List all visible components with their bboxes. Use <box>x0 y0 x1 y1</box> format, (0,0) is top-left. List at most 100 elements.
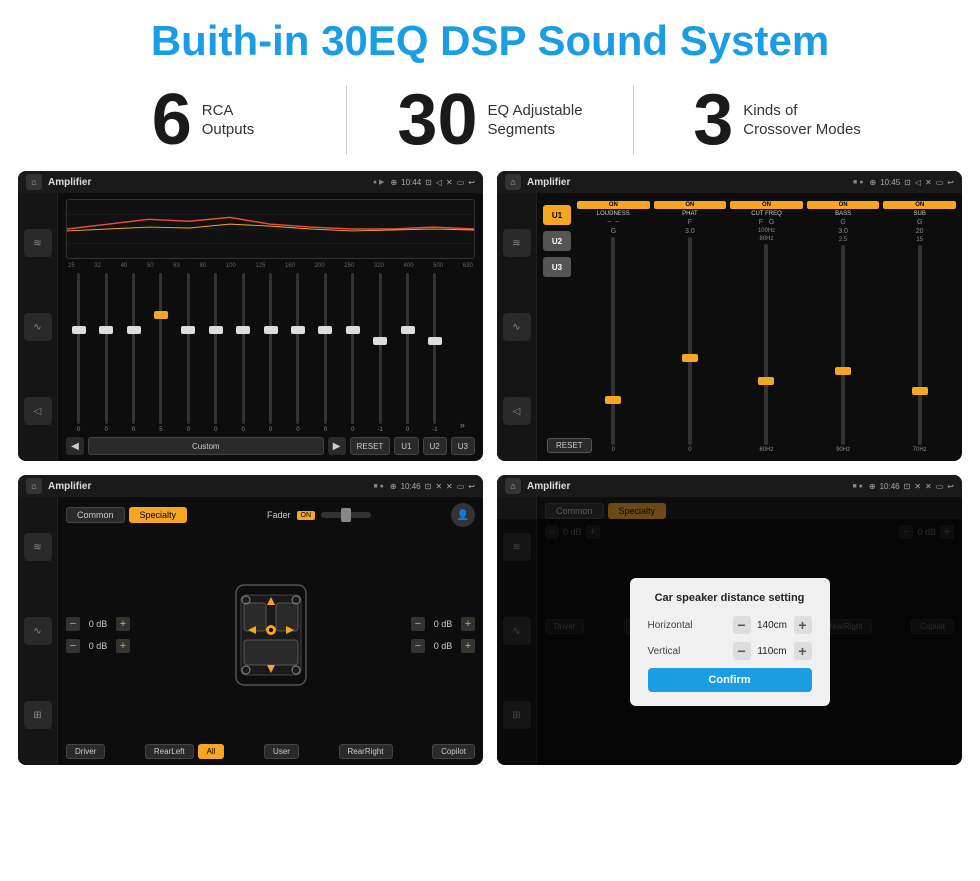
amp-loudness-col: ON LOUDNESS ~~ G 0 <box>577 201 650 453</box>
amp-content: ≋ ∿ ◁ U1 U2 U3 ON <box>497 193 962 461</box>
eq-slider-9[interactable]: 0 <box>285 273 310 433</box>
screen-title-tl: Amplifier <box>48 177 367 188</box>
eq-slider-8[interactable]: 0 <box>258 273 283 433</box>
amp-vol-btn[interactable]: ◁ <box>503 397 531 425</box>
eq-slider-1[interactable]: 0 <box>66 273 91 433</box>
eq-filters-btn[interactable]: ≋ <box>24 229 52 257</box>
vol-front-left-minus[interactable]: − <box>66 617 80 631</box>
status-bar-br: ⌂ Amplifier ■ ● ⊕ 10:46 ⊡ ✕ ✕ ▭ ↩ <box>497 475 962 497</box>
eq-slider-5[interactable]: 0 <box>176 273 201 433</box>
spk-rearright-btn[interactable]: RearRight <box>339 744 393 759</box>
vol-rear-right-plus[interactable]: + <box>461 639 475 653</box>
stat-rca-label: RCA Outputs <box>202 101 255 140</box>
eq-slider-7[interactable]: 0 <box>230 273 255 433</box>
vol-front-right-minus[interactable]: − <box>411 617 425 631</box>
amp-u2-btn[interactable]: U2 <box>543 231 571 251</box>
amp-sub-on[interactable]: ON <box>883 201 956 209</box>
screen-eq: ⌂ Amplifier ● ▶ ⊕ 10:44 ⊡ ◁ ✕ ▭ ↩ ≋ <box>18 171 483 461</box>
status-icons-bl: ⊕ 10:46 ⊡ ✕ ✕ ▭ ↩ <box>390 482 475 491</box>
eq-prev-btn[interactable]: ◀ <box>66 437 84 455</box>
back-icon-br[interactable]: ↩ <box>947 482 954 491</box>
amp-bass-slider[interactable] <box>841 245 845 445</box>
eq-slider-13[interactable]: 0 <box>395 273 420 433</box>
eq-slider-14[interactable]: -1 <box>422 273 447 433</box>
amp-cutfreq-on[interactable]: ON <box>730 201 803 209</box>
back-icon-bl[interactable]: ↩ <box>468 482 475 491</box>
eq-custom-btn[interactable]: Custom <box>88 437 324 455</box>
fader-on-badge[interactable]: ON <box>297 511 316 520</box>
eq-vol-btn[interactable]: ◁ <box>24 397 52 425</box>
spk-driver-btn[interactable]: Driver <box>66 744 105 759</box>
home-icon-tr[interactable]: ⌂ <box>505 174 521 190</box>
fader-slider[interactable] <box>321 512 371 518</box>
amp-controls-grid: ON LOUDNESS ~~ G 0 ON PHAT <box>577 201 956 453</box>
dialog-horizontal-plus[interactable]: + <box>794 616 812 634</box>
dot-icons-tl: ● ▶ <box>373 178 385 186</box>
eq-u1-btn[interactable]: U1 <box>394 437 418 455</box>
vol-rear-right-minus[interactable]: − <box>411 639 425 653</box>
amp-loudness-slider[interactable] <box>611 237 615 445</box>
amp-filters-btn[interactable]: ≋ <box>503 229 531 257</box>
amp-wave-btn[interactable]: ∿ <box>503 313 531 341</box>
amp-reset-btn[interactable]: RESET <box>547 434 592 453</box>
spk-header: Common Specialty Fader ON 👤 <box>66 503 475 527</box>
tab-specialty[interactable]: Specialty <box>129 507 188 523</box>
dialog-background: ≋ ∿ ⊞ Common Specialty − <box>497 497 962 765</box>
eq-reset-btn[interactable]: RESET <box>350 437 391 455</box>
spk-user-icon: 👤 <box>451 503 475 527</box>
eq-u2-btn[interactable]: U2 <box>423 437 447 455</box>
vol-front-left-plus[interactable]: + <box>116 617 130 631</box>
dialog-vertical-minus[interactable]: − <box>733 642 751 660</box>
back-icon-tr[interactable]: ↩ <box>947 178 954 187</box>
eq-u3-btn[interactable]: U3 <box>451 437 475 455</box>
dialog-vertical-value: 110cm <box>755 646 790 657</box>
eq-slider-4[interactable]: 5 <box>148 273 173 433</box>
amp-phat-slider[interactable] <box>688 237 692 445</box>
vol-front-right-plus[interactable]: + <box>461 617 475 631</box>
eq-slider-2[interactable]: 0 <box>93 273 118 433</box>
spk-side-controls: ≋ ∿ ⊞ <box>18 497 58 765</box>
dialog-horizontal-minus[interactable]: − <box>733 616 751 634</box>
dialog-confirm-btn[interactable]: Confirm <box>648 668 812 692</box>
spk-wave-btn[interactable]: ∿ <box>24 617 52 645</box>
spk-rearleft-btn[interactable]: RearLeft <box>145 744 194 759</box>
amp-loudness-on[interactable]: ON <box>577 201 650 209</box>
spk-expand-btn[interactable]: ⊞ <box>24 701 52 729</box>
amp-u1-btn[interactable]: U1 <box>543 205 571 225</box>
vol-rear-left-plus[interactable]: + <box>116 639 130 653</box>
amp-sub-label: SUB <box>914 211 926 217</box>
amp-sub-slider[interactable] <box>918 245 922 445</box>
eq-slider-11[interactable]: 0 <box>340 273 365 433</box>
spk-user-btn[interactable]: User <box>264 744 299 759</box>
amp-cutfreq-slider[interactable] <box>764 244 768 445</box>
screen-title-tr: Amplifier <box>527 177 847 188</box>
eq-slider-12[interactable]: -1 <box>367 273 392 433</box>
back-icon-tl[interactable]: ↩ <box>468 178 475 187</box>
eq-slider-15: » <box>450 273 475 433</box>
dialog-vertical-plus[interactable]: + <box>794 642 812 660</box>
home-icon-bl[interactable]: ⌂ <box>26 478 42 494</box>
amp-phat-on[interactable]: ON <box>654 201 727 209</box>
eq-slider-6[interactable]: 0 <box>203 273 228 433</box>
eq-wave-btn[interactable]: ∿ <box>24 313 52 341</box>
vol-rear-left-minus[interactable]: − <box>66 639 80 653</box>
status-icons-tr: ⊕ 10:45 ⊡ ◁ ✕ ▭ ↩ <box>869 178 954 187</box>
dialog-vertical-row: Vertical − 110cm + <box>648 642 812 660</box>
eq-slider-10[interactable]: 0 <box>313 273 338 433</box>
status-bar-tl: ⌂ Amplifier ● ▶ ⊕ 10:44 ⊡ ◁ ✕ ▭ ↩ <box>18 171 483 193</box>
amp-u3-btn[interactable]: U3 <box>543 257 571 277</box>
spk-tabs: Common Specialty <box>66 507 187 523</box>
eq-next-btn[interactable]: ▶ <box>328 437 346 455</box>
dialog-vertical-control: − 110cm + <box>733 642 812 660</box>
spk-all-btn[interactable]: All <box>198 744 225 759</box>
status-bar-tr: ⌂ Amplifier ■ ● ⊕ 10:45 ⊡ ◁ ✕ ▭ ↩ <box>497 171 962 193</box>
tab-common[interactable]: Common <box>66 507 125 523</box>
spk-copilot-btn[interactable]: Copilot <box>432 744 475 759</box>
amp-bass-on[interactable]: ON <box>807 201 880 209</box>
home-icon-br[interactable]: ⌂ <box>505 478 521 494</box>
home-icon-tl[interactable]: ⌂ <box>26 174 42 190</box>
vol-rear-right: − 0 dB + <box>411 639 475 653</box>
eq-slider-3[interactable]: 0 <box>121 273 146 433</box>
spk-filters-btn[interactable]: ≋ <box>24 533 52 561</box>
stats-row: 6 RCA Outputs 30 EQ Adjustable Segments … <box>0 74 980 171</box>
